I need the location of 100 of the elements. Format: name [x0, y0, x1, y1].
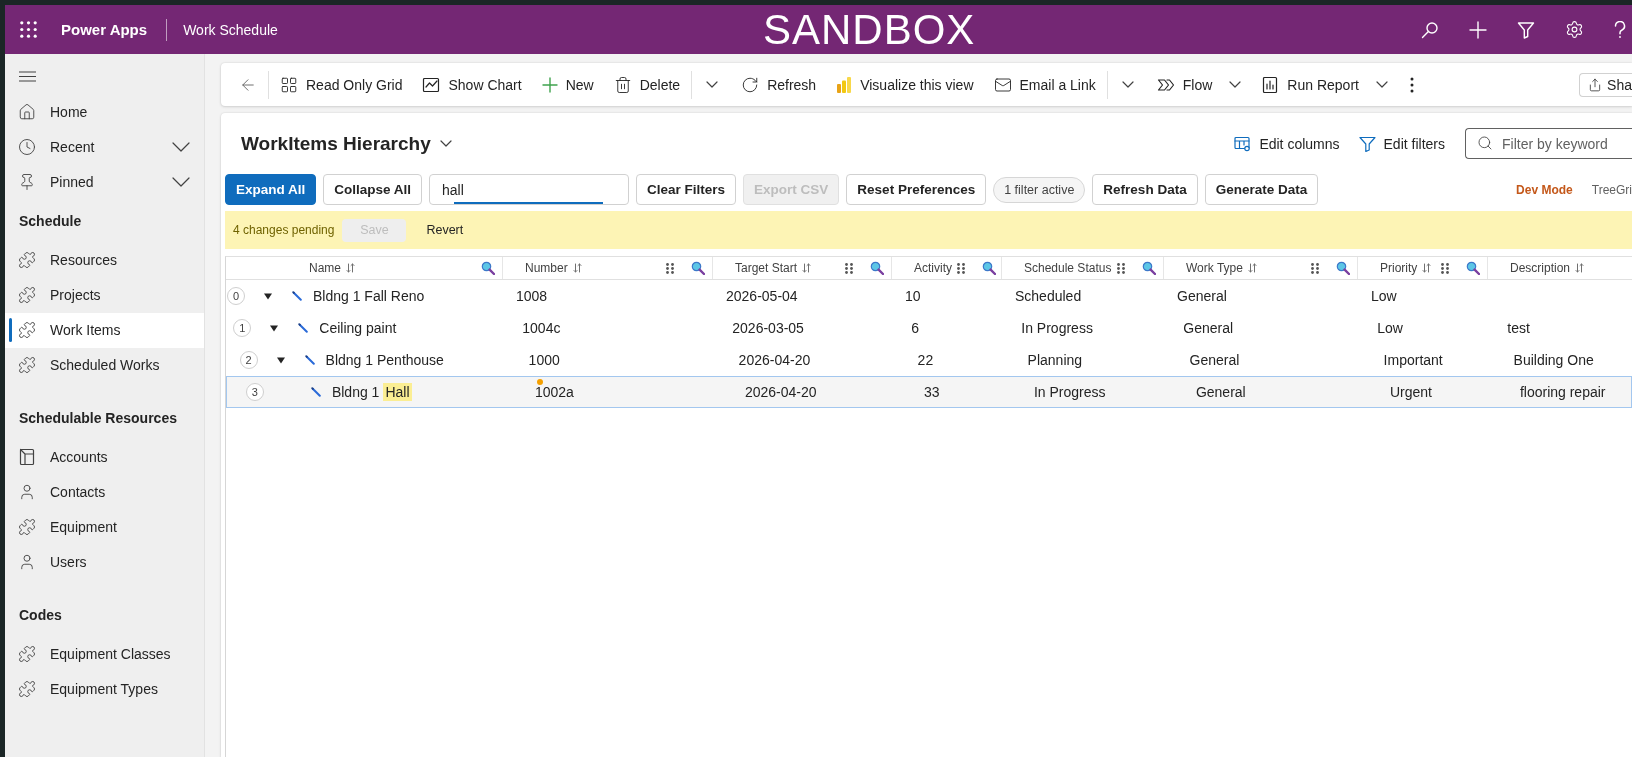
cell-text: test: [1507, 320, 1530, 336]
command-button[interactable]: Flow: [1146, 68, 1252, 101]
search-icon[interactable]: [1336, 261, 1350, 275]
column-header[interactable]: Priority: [1358, 257, 1488, 279]
search-match-highlight: Hall: [383, 383, 412, 401]
home-icon: [18, 102, 36, 121]
row-name: Bldng 1 Fall Reno: [313, 288, 425, 304]
cell-text: 1004c: [522, 320, 561, 336]
command-button[interactable]: Refresh: [731, 68, 827, 101]
caret-down-icon[interactable]: [276, 356, 285, 364]
view-selector-button[interactable]: WorkItems Hierarchy: [241, 132, 452, 155]
command-button[interactable]: New: [531, 68, 604, 101]
command-button[interactable]: Read Only Grid: [270, 68, 413, 101]
command-button[interactable]: Visualize this view: [826, 68, 984, 101]
puzzle-icon: [18, 356, 36, 374]
nav-item[interactable]: Resources: [5, 242, 204, 278]
cell-text: 2026-03-05: [732, 320, 804, 336]
nav-item[interactable]: Work Items: [5, 312, 204, 348]
toolbar-button[interactable]: Collapse All: [323, 174, 423, 205]
app-title[interactable]: Work Schedule: [183, 21, 278, 38]
revert-button[interactable]: Revert: [422, 223, 468, 237]
plus-icon[interactable]: [1469, 20, 1487, 39]
table-settings-icon: [1234, 135, 1252, 152]
nav-item[interactable]: Pinned: [5, 164, 204, 199]
nav-item[interactable]: Recent: [5, 129, 204, 164]
search-field[interactable]: hall: [429, 174, 630, 205]
search-icon[interactable]: [982, 261, 996, 275]
nav-item[interactable]: Users: [5, 544, 204, 580]
toolbar-button[interactable]: Reset Preferences: [846, 174, 987, 205]
line-chart-icon: [422, 75, 441, 94]
drag-handle-icon[interactable]: [845, 262, 853, 274]
pencil-icon[interactable]: [304, 355, 315, 365]
tree-row[interactable]: 3 Bldng 1 Hall 1002a 2026-04-20 33 In Progress General Urgent flooring repair: [226, 376, 1632, 408]
tree-row[interactable]: 2 Bldng 1 Penthouse 1000 2026-04-20 22 Planning General Important Building One: [226, 344, 1632, 376]
cell-text: 2026-04-20: [738, 352, 811, 368]
filter-icon[interactable]: [1517, 20, 1535, 39]
column-header[interactable]: Target Start: [713, 257, 892, 279]
puzzle-icon: [18, 518, 36, 536]
search-icon[interactable]: [1421, 20, 1439, 39]
cell-text: General: [1189, 352, 1240, 368]
drag-handle-icon[interactable]: [1311, 262, 1319, 274]
tree-row[interactable]: 0 Bldng 1 Fall Reno 1008 2026-05-04 10 Scheduled General Low: [226, 280, 1632, 312]
nav-item[interactable]: Equipment Types: [5, 671, 204, 707]
cell-text: Urgent: [1389, 384, 1432, 400]
drag-handle-icon[interactable]: [957, 262, 965, 274]
caret-down-icon[interactable]: [264, 292, 272, 300]
help-icon[interactable]: [1614, 20, 1626, 39]
column-header[interactable]: Schedule Status: [1002, 257, 1164, 279]
keyword-filter-field[interactable]: Filter by keyword: [1465, 128, 1632, 159]
puzzle-icon: [18, 680, 36, 698]
report-chart-icon: [1261, 75, 1280, 94]
search-icon[interactable]: [1466, 261, 1480, 275]
cell-text: 33: [923, 384, 940, 400]
nav-item[interactable]: Equipment: [5, 509, 204, 545]
menu-icon[interactable]: [19, 71, 36, 82]
pencil-icon[interactable]: [298, 323, 309, 333]
column-header[interactable]: Name: [226, 257, 503, 279]
nav-item[interactable]: Contacts: [5, 474, 204, 510]
command-button[interactable]: Run Report: [1251, 68, 1398, 101]
column-header[interactable]: Description: [1488, 257, 1632, 279]
nav-item[interactable]: Accounts: [5, 439, 204, 475]
pencil-icon[interactable]: [292, 291, 302, 301]
tree-row[interactable]: 1 Ceiling paint 1004c 2026-03-05 6 In Progress General Low test: [226, 312, 1632, 344]
search-icon[interactable]: [870, 261, 884, 275]
plus-icon: [541, 76, 558, 93]
toolbar-button[interactable]: Expand All: [225, 174, 317, 205]
pencil-icon[interactable]: [310, 387, 321, 397]
search-icon[interactable]: [1142, 261, 1156, 275]
toolbar-button[interactable]: Refresh Data: [1092, 174, 1198, 205]
drag-handle-icon[interactable]: [1117, 262, 1125, 274]
cell-text: Low: [1371, 288, 1397, 304]
column-header[interactable]: Work Type: [1164, 257, 1358, 279]
nav-item[interactable]: Scheduled Works: [5, 347, 204, 383]
edit-filters-button[interactable]: Edit filters: [1358, 135, 1445, 152]
row-name: Bldng 1: [331, 384, 380, 400]
column-header[interactable]: Activity: [892, 257, 1002, 279]
level-badge: 3: [245, 383, 264, 401]
nav-item[interactable]: Projects: [5, 277, 204, 313]
command-button[interactable]: Delete: [603, 68, 691, 101]
app-name[interactable]: Power Apps: [61, 21, 148, 38]
puzzle-icon: [18, 286, 36, 304]
row-name: Ceiling paint: [319, 320, 397, 336]
cell-text: General: [1183, 320, 1234, 336]
search-icon[interactable]: [691, 261, 705, 275]
settings-icon[interactable]: [1564, 20, 1584, 39]
drag-handle-icon[interactable]: [666, 262, 674, 274]
column-header[interactable]: Number: [503, 257, 713, 279]
toolbar-button[interactable]: Clear Filters: [636, 174, 737, 205]
share-button[interactable]: Sha: [1579, 72, 1632, 97]
edit-columns-button[interactable]: Edit columns: [1234, 135, 1340, 152]
toolbar-button[interactable]: Generate Data: [1204, 174, 1319, 205]
app-launcher-icon[interactable]: [20, 21, 37, 38]
nav-item[interactable]: Home: [5, 94, 204, 129]
search-icon[interactable]: [481, 261, 495, 275]
caret-down-icon[interactable]: [270, 324, 279, 332]
drag-handle-icon[interactable]: [1441, 262, 1449, 274]
command-button[interactable]: Email a Link: [983, 68, 1106, 101]
nav-item[interactable]: Equipment Classes: [5, 636, 204, 672]
grid-icon: [280, 75, 298, 94]
command-button[interactable]: Show Chart: [412, 68, 532, 101]
